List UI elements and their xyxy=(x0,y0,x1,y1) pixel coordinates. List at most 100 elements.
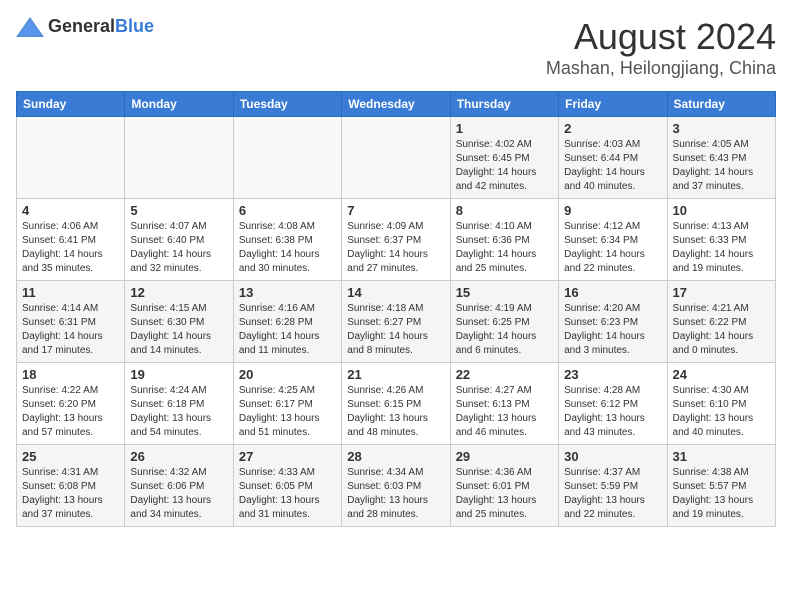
title-area: August 2024 Mashan, Heilongjiang, China xyxy=(546,16,776,79)
calendar-cell: 19Sunrise: 4:24 AMSunset: 6:18 PMDayligh… xyxy=(125,363,233,445)
day-info: Sunrise: 4:30 AMSunset: 6:10 PMDaylight:… xyxy=(673,384,770,440)
calendar-cell: 20 Sunrise: 4:25 AMSunset: 6:17 PMDayligh… xyxy=(233,363,341,445)
day-info: Sunrise: 4:16 AMSunset: 6:28 PMDaylight:… xyxy=(239,302,336,358)
day-number: 16 xyxy=(564,285,661,300)
location: Mashan, Heilongjiang, China xyxy=(546,58,776,79)
calendar-cell xyxy=(233,117,341,199)
day-info: Sunrise: 4:13 AMSunset: 6:33 PMDaylight:… xyxy=(673,220,770,276)
calendar: SundayMondayTuesdayWednesdayThursdayFrid… xyxy=(16,91,776,527)
day-info: Sunrise: 4:15 AMSunset: 6:30 PMDaylight:… xyxy=(130,302,227,358)
logo-icon xyxy=(16,17,44,37)
logo-blue: Blue xyxy=(115,16,154,36)
calendar-cell: 15Sunrise: 4:19 AMSunset: 6:25 PMDayligh… xyxy=(450,281,558,363)
calendar-cell xyxy=(17,117,125,199)
calendar-cell: 11Sunrise: 4:14 AMSunset: 6:31 PMDayligh… xyxy=(17,281,125,363)
week-row-2: 4 Sunrise: 4:06 AMSunset: 6:41 PMDaylight… xyxy=(17,199,776,281)
calendar-cell: 30 Sunrise: 4:37 AMSunset: 5:59 PMDayligh… xyxy=(559,445,667,527)
calendar-cell: 4 Sunrise: 4:06 AMSunset: 6:41 PMDaylight… xyxy=(17,199,125,281)
week-row-5: 25Sunrise: 4:31 AMSunset: 6:08 PMDayligh… xyxy=(17,445,776,527)
day-number: 30 xyxy=(564,449,661,464)
day-number: 20 xyxy=(239,367,336,382)
day-number: 31 xyxy=(673,449,770,464)
day-number: 5 xyxy=(130,203,227,218)
day-number: 19 xyxy=(130,367,227,382)
day-number: 26 xyxy=(130,449,227,464)
day-number: 27 xyxy=(239,449,336,464)
weekday-header-sunday: Sunday xyxy=(17,92,125,117)
day-info: Sunrise: 4:32 AMSunset: 6:06 PMDaylight:… xyxy=(130,466,227,522)
day-info: Sunrise: 4:03 AMSunset: 6:44 PMDaylight:… xyxy=(564,138,661,194)
calendar-cell: 25Sunrise: 4:31 AMSunset: 6:08 PMDayligh… xyxy=(17,445,125,527)
day-info: Sunrise: 4:09 AMSunset: 6:37 PMDaylight:… xyxy=(347,220,444,276)
header: GeneralBlue August 2024 Mashan, Heilongj… xyxy=(16,16,776,79)
day-info: Sunrise: 4:12 AMSunset: 6:34 PMDaylight:… xyxy=(564,220,661,276)
day-number: 11 xyxy=(22,285,119,300)
day-info: Sunrise: 4:10 AMSunset: 6:36 PMDaylight:… xyxy=(456,220,553,276)
calendar-cell: 28Sunrise: 4:34 AMSunset: 6:03 PMDayligh… xyxy=(342,445,450,527)
day-info: Sunrise: 4:18 AMSunset: 6:27 PMDaylight:… xyxy=(347,302,444,358)
day-info: Sunrise: 4:21 AMSunset: 6:22 PMDaylight:… xyxy=(673,302,770,358)
calendar-cell: 3 Sunrise: 4:05 AMSunset: 6:43 PMDaylight… xyxy=(667,117,775,199)
month-year: August 2024 xyxy=(546,16,776,58)
calendar-cell: 14 Sunrise: 4:18 AMSunset: 6:27 PMDayligh… xyxy=(342,281,450,363)
day-number: 13 xyxy=(239,285,336,300)
day-info: Sunrise: 4:05 AMSunset: 6:43 PMDaylight:… xyxy=(673,138,770,194)
calendar-header: SundayMondayTuesdayWednesdayThursdayFrid… xyxy=(17,92,776,117)
week-row-4: 18 Sunrise: 4:22 AMSunset: 6:20 PMDayligh… xyxy=(17,363,776,445)
calendar-cell: 26 Sunrise: 4:32 AMSunset: 6:06 PMDayligh… xyxy=(125,445,233,527)
day-info: Sunrise: 4:19 AMSunset: 6:25 PMDaylight:… xyxy=(456,302,553,358)
day-number: 24 xyxy=(673,367,770,382)
logo-text: GeneralBlue xyxy=(48,16,154,37)
day-number: 29 xyxy=(456,449,553,464)
day-info: Sunrise: 4:37 AMSunset: 5:59 PMDaylight:… xyxy=(564,466,661,522)
day-info: Sunrise: 4:27 AMSunset: 6:13 PMDaylight:… xyxy=(456,384,553,440)
day-info: Sunrise: 4:28 AMSunset: 6:12 PMDaylight:… xyxy=(564,384,661,440)
day-info: Sunrise: 4:25 AMSunset: 6:17 PMDaylight:… xyxy=(239,384,336,440)
day-info: Sunrise: 4:38 AMSunset: 5:57 PMDaylight:… xyxy=(673,466,770,522)
weekday-header-wednesday: Wednesday xyxy=(342,92,450,117)
logo: GeneralBlue xyxy=(16,16,154,37)
calendar-cell: 13 Sunrise: 4:16 AMSunset: 6:28 PMDayligh… xyxy=(233,281,341,363)
day-number: 3 xyxy=(673,121,770,136)
calendar-cell: 24 Sunrise: 4:30 AMSunset: 6:10 PMDayligh… xyxy=(667,363,775,445)
calendar-cell: 5 Sunrise: 4:07 AMSunset: 6:40 PMDaylight… xyxy=(125,199,233,281)
weekday-header-saturday: Saturday xyxy=(667,92,775,117)
day-info: Sunrise: 4:22 AMSunset: 6:20 PMDaylight:… xyxy=(22,384,119,440)
calendar-body: 1Sunrise: 4:02 AMSunset: 6:45 PMDaylight… xyxy=(17,117,776,527)
day-number: 7 xyxy=(347,203,444,218)
calendar-cell xyxy=(342,117,450,199)
day-number: 28 xyxy=(347,449,444,464)
calendar-cell: 12 Sunrise: 4:15 AMSunset: 6:30 PMDayligh… xyxy=(125,281,233,363)
calendar-cell: 21 Sunrise: 4:26 AMSunset: 6:15 PMDayligh… xyxy=(342,363,450,445)
weekday-header-friday: Friday xyxy=(559,92,667,117)
day-number: 23 xyxy=(564,367,661,382)
day-info: Sunrise: 4:26 AMSunset: 6:15 PMDaylight:… xyxy=(347,384,444,440)
day-number: 12 xyxy=(130,285,227,300)
calendar-cell: 17 Sunrise: 4:21 AMSunset: 6:22 PMDayligh… xyxy=(667,281,775,363)
day-info: Sunrise: 4:06 AMSunset: 6:41 PMDaylight:… xyxy=(22,220,119,276)
day-number: 17 xyxy=(673,285,770,300)
calendar-cell xyxy=(125,117,233,199)
day-number: 4 xyxy=(22,203,119,218)
calendar-cell: 31 Sunrise: 4:38 AMSunset: 5:57 PMDayligh… xyxy=(667,445,775,527)
calendar-cell: 29Sunrise: 4:36 AMSunset: 6:01 PMDayligh… xyxy=(450,445,558,527)
week-row-3: 11Sunrise: 4:14 AMSunset: 6:31 PMDayligh… xyxy=(17,281,776,363)
day-number: 1 xyxy=(456,121,553,136)
day-info: Sunrise: 4:33 AMSunset: 6:05 PMDaylight:… xyxy=(239,466,336,522)
day-number: 2 xyxy=(564,121,661,136)
day-number: 14 xyxy=(347,285,444,300)
day-info: Sunrise: 4:07 AMSunset: 6:40 PMDaylight:… xyxy=(130,220,227,276)
calendar-cell: 2 Sunrise: 4:03 AMSunset: 6:44 PMDaylight… xyxy=(559,117,667,199)
calendar-cell: 27 Sunrise: 4:33 AMSunset: 6:05 PMDayligh… xyxy=(233,445,341,527)
calendar-cell: 23 Sunrise: 4:28 AMSunset: 6:12 PMDayligh… xyxy=(559,363,667,445)
day-info: Sunrise: 4:31 AMSunset: 6:08 PMDaylight:… xyxy=(22,466,119,522)
weekday-header-tuesday: Tuesday xyxy=(233,92,341,117)
day-number: 18 xyxy=(22,367,119,382)
calendar-cell: 1Sunrise: 4:02 AMSunset: 6:45 PMDaylight… xyxy=(450,117,558,199)
calendar-cell: 16Sunrise: 4:20 AMSunset: 6:23 PMDayligh… xyxy=(559,281,667,363)
calendar-cell: 8Sunrise: 4:10 AMSunset: 6:36 PMDaylight… xyxy=(450,199,558,281)
weekday-header-monday: Monday xyxy=(125,92,233,117)
day-number: 21 xyxy=(347,367,444,382)
calendar-cell: 18 Sunrise: 4:22 AMSunset: 6:20 PMDayligh… xyxy=(17,363,125,445)
week-row-1: 1Sunrise: 4:02 AMSunset: 6:45 PMDaylight… xyxy=(17,117,776,199)
